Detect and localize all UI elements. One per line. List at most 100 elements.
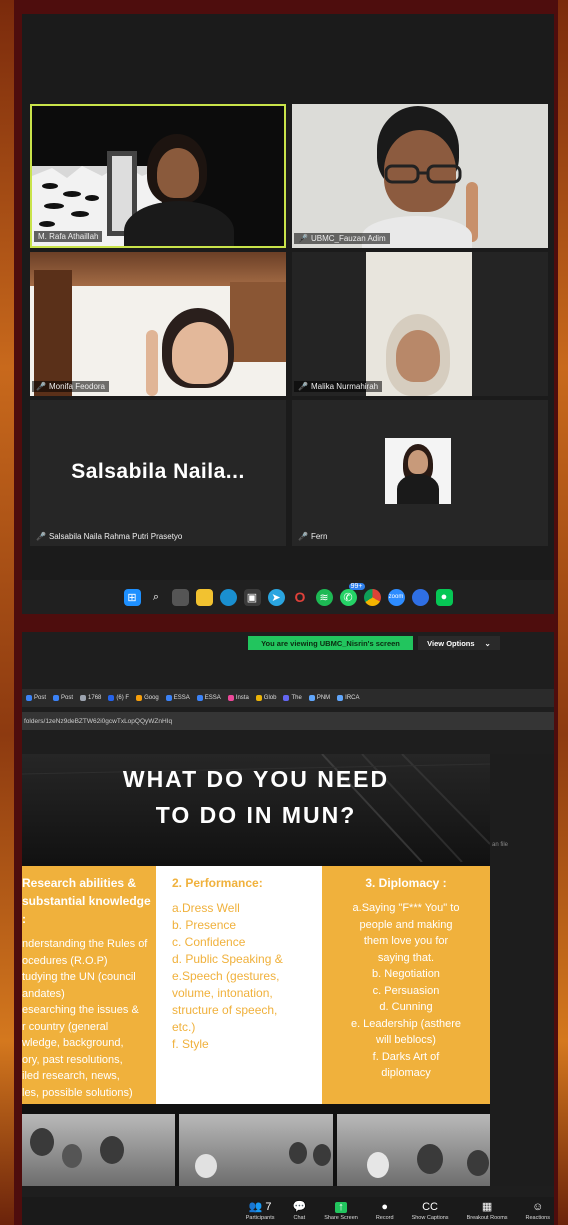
chrome-icon[interactable] — [363, 588, 381, 606]
bookmark-item[interactable]: ESSA — [165, 695, 190, 701]
bookmark-item[interactable]: IRCA — [337, 695, 360, 701]
share-screen-button[interactable]: ↑ Share Screen — [324, 1201, 358, 1221]
spotify-icon[interactable]: ≋ — [315, 588, 333, 606]
slide-list-item: b. Presence — [172, 918, 237, 933]
toolbar-label: Record — [375, 1214, 394, 1221]
bookmark-label: 1768 — [88, 695, 102, 701]
share-screen-icon: ↑ — [335, 1201, 347, 1213]
bookmark-label: The — [291, 695, 302, 701]
mic-muted-icon: 🎤 — [298, 382, 308, 391]
bookmark-item[interactable]: Post — [26, 695, 46, 701]
slide-list-item: them love you for — [363, 935, 449, 947]
participant-tile-6[interactable]: 🎤 Fern — [292, 400, 548, 546]
view-options-button[interactable]: View Options ⌄ — [418, 636, 500, 650]
slide-column-research: Research abilities & substantial knowled… — [22, 866, 156, 1104]
breakout-rooms-button[interactable]: ▦ Breakout Rooms — [466, 1200, 508, 1221]
zoom-screen-share-screenshot: You are viewing UBMC_Nisrin's screen Vie… — [22, 632, 554, 1225]
bookmark-favicon-icon — [255, 695, 262, 701]
toolbar-label: Show Captions — [411, 1214, 449, 1221]
mic-muted-icon: 🎤 — [36, 382, 46, 391]
bookmark-favicon-icon — [26, 695, 32, 701]
participants-button[interactable]: 👥 7 Participants — [246, 1201, 275, 1221]
bookmark-item[interactable]: Glob — [255, 695, 277, 701]
bookmark-item[interactable]: The — [283, 695, 302, 701]
slide-list-item: les, possible solutions) — [22, 1086, 133, 1099]
decorative-right-border — [558, 0, 568, 1225]
browser-address-bar[interactable]: folders/1zeNz9deBZTW62i0gcwTxLopQQyWZnHI… — [22, 712, 554, 730]
browser-bookmarks-bar: Post Post 1768 (6) F Goog ESSA ESSA Insta Glob Th… — [22, 689, 554, 707]
bookmark-label: Glob — [263, 695, 277, 701]
slide-list-item: d. Public Speaking & — [172, 952, 283, 967]
column-items: a.Dress Well b. Presence c. Confidence d. P… — [172, 900, 317, 1053]
bookmark-favicon-icon — [165, 695, 172, 701]
participant-tile-2[interactable]: 🎤 UBMC_Fauzan Adim — [292, 104, 548, 248]
windows-taskbar: ⊞ ⌕ ▣ ➤ O ≋ ✆ 99+ zoom ● — [22, 580, 554, 614]
slide-list-item: e. Leadership (asthere — [350, 1017, 462, 1030]
side-text: an file — [492, 842, 509, 848]
whatsapp-icon[interactable]: ✆ 99+ — [339, 582, 365, 606]
bookmark-item[interactable]: Insta — [227, 695, 249, 701]
bookmark-item[interactable]: Post — [53, 695, 73, 701]
chevron-down-icon: ⌄ — [484, 638, 491, 648]
toolbar-label: Breakout Rooms — [466, 1214, 508, 1221]
participant-name: 🎤 UBMC_Fauzan Adim — [294, 233, 390, 244]
bookmark-item[interactable]: 1768 — [80, 695, 101, 701]
store-icon[interactable]: ▣ — [243, 588, 261, 606]
zoom-icon[interactable]: zoom — [387, 588, 405, 606]
telegram-icon[interactable]: ➤ — [267, 588, 285, 606]
slide-list-item: f. Darks Art of — [372, 1050, 440, 1063]
bookmark-favicon-icon — [227, 695, 234, 701]
notification-badge: 99+ — [348, 582, 365, 590]
breakout-rooms-icon: ▦ — [481, 1200, 493, 1213]
bookmark-item[interactable]: PNM — [308, 695, 330, 701]
search-icon[interactable]: ⌕ — [148, 589, 165, 606]
participant-name: M. Rafa Athaillah — [34, 231, 103, 242]
mic-muted-icon: 🎤 — [36, 532, 46, 541]
edge-browser-icon[interactable] — [219, 588, 237, 606]
slide-header: WHAT DO YOU NEED TO DO IN MUN? — [22, 754, 490, 862]
slide-list-item: c. Confidence — [172, 935, 246, 950]
bookmark-item[interactable]: (6) F — [108, 695, 129, 701]
column-title: 2. Performance: — [172, 876, 263, 890]
glasses-icon — [384, 164, 462, 184]
slide-list-item: etc.) — [172, 1020, 196, 1035]
zoom-gallery-screenshot: M. Rafa Athaillah 🎤 UBMC_Fauzan Adim 🎤 Mon… — [22, 14, 554, 614]
column-items: a.Saying "F*** You" to people and making t… — [327, 900, 485, 1082]
task-view-icon[interactable] — [171, 588, 189, 606]
participant-tile-4[interactable]: 🎤 Malika Nurmahirah — [292, 252, 548, 396]
slide-list-item: esearching the issues & — [22, 1004, 139, 1016]
participant-tile-5[interactable]: Salsabila Naila... 🎤 Salsabila Naila Rahm… — [30, 400, 286, 546]
slide-photo-3 — [336, 1114, 490, 1186]
messenger-icon[interactable] — [411, 588, 429, 606]
bookmark-favicon-icon — [53, 695, 60, 701]
bookmark-label: (6) F — [116, 695, 130, 701]
slide-list-item: ory, past resolutions, — [22, 1053, 123, 1066]
record-button[interactable]: ● Record — [375, 1201, 394, 1221]
show-captions-button[interactable]: CC Show Captions — [411, 1201, 449, 1221]
participant-name: 🎤 Salsabila Naila Rahma Putri Prasetyo — [36, 532, 183, 541]
bookmark-label: Post — [61, 695, 74, 701]
slide-list-item: d. Cunning — [379, 1001, 433, 1013]
participant-tile-3[interactable]: 🎤 Monifa Feodora — [30, 252, 286, 396]
participant-tile-1[interactable]: M. Rafa Athaillah — [30, 104, 286, 248]
drive-side-panel: an file — [490, 754, 554, 1186]
slide-list-item: wledge, background, — [22, 1037, 124, 1049]
bookmark-item[interactable]: Goog — [136, 695, 159, 701]
chat-button[interactable]: 💬 Chat — [292, 1201, 306, 1221]
presentation-slide: WHAT DO YOU NEED TO DO IN MUN? Research … — [22, 754, 490, 1186]
opera-icon[interactable]: O — [292, 589, 309, 606]
bookmark-favicon-icon — [80, 695, 87, 701]
file-explorer-icon[interactable] — [195, 588, 213, 606]
bookmark-label: Goog — [144, 695, 159, 701]
bookmark-item[interactable]: ESSA — [196, 695, 221, 701]
bookmark-favicon-icon — [108, 695, 115, 701]
windows-start-icon[interactable]: ⊞ — [123, 588, 141, 606]
participant-name: 🎤 Fern — [298, 532, 328, 541]
mic-muted-icon: 🎤 — [298, 234, 308, 243]
bookmark-label: IRCA — [345, 695, 360, 701]
screen-share-banner: You are viewing UBMC_Nisrin's screen — [248, 636, 413, 650]
slide-list-item: c. Persuasion — [372, 984, 440, 997]
line-icon[interactable]: ● — [435, 588, 453, 606]
reactions-button[interactable]: ☺ Reactions — [526, 1201, 550, 1221]
slide-list-item: e.Speech (gestures, — [172, 969, 280, 984]
